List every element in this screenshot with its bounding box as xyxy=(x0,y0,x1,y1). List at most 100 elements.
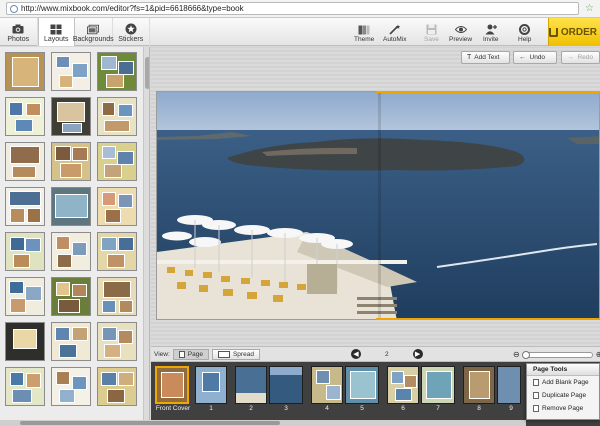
book-spread[interactable] xyxy=(156,91,600,320)
tab-label: Backgrounds xyxy=(72,36,114,43)
layout-thumbnail[interactable] xyxy=(97,142,137,181)
layout-thumbnail[interactable] xyxy=(5,322,45,361)
filmstrip-page-3[interactable] xyxy=(269,366,303,404)
previous-page-icon[interactable]: ◀ xyxy=(351,349,361,359)
order-label: ORDER xyxy=(560,26,597,38)
view-label: View: xyxy=(154,350,170,358)
santorini-photo[interactable] xyxy=(157,92,600,320)
filmstrip-label: 8 xyxy=(477,405,481,412)
scrollbar-thumb[interactable] xyxy=(20,421,280,425)
undo-arrow-icon: ← xyxy=(519,54,526,61)
layout-thumbnail[interactable] xyxy=(5,232,45,271)
preview-label: Preview xyxy=(449,36,473,43)
filmstrip-page-4[interactable] xyxy=(311,366,343,404)
automix-button[interactable]: AutoMix xyxy=(383,18,406,46)
filmstrip-page-5[interactable] xyxy=(345,366,379,404)
filmstrip-page-1[interactable] xyxy=(195,366,227,404)
layout-thumbnail[interactable] xyxy=(51,367,91,406)
layout-thumbnail[interactable] xyxy=(5,187,45,226)
layout-thumbnail[interactable] xyxy=(97,52,137,91)
save-button[interactable]: Save xyxy=(424,18,439,46)
preview-button[interactable]: Preview xyxy=(449,18,472,46)
duplicate-page-item[interactable]: Duplicate Page xyxy=(527,389,599,402)
add-text-button[interactable]: T Add Text xyxy=(461,51,510,64)
layout-thumbnail[interactable] xyxy=(97,232,137,271)
eye-icon xyxy=(454,24,467,35)
main-toolbar: Theme AutoMix Save Preview Invite Help O… xyxy=(150,18,600,46)
invite-button[interactable]: Invite xyxy=(483,18,499,46)
layouts-scrollbar[interactable] xyxy=(143,47,149,426)
filmstrip-page-6[interactable] xyxy=(387,366,419,404)
next-page-icon[interactable]: ▶ xyxy=(412,349,423,359)
filmstrip-label: 1 xyxy=(209,405,213,412)
filmstrip-page-8[interactable] xyxy=(463,366,495,404)
filmstrip-scrollbar[interactable] xyxy=(0,420,526,426)
page-view-button[interactable]: Page xyxy=(172,348,209,360)
undo-label: Undo xyxy=(529,54,546,61)
filmstrip-label: 5 xyxy=(360,405,364,412)
filmstrip-page-front-cover[interactable] xyxy=(155,366,189,404)
filmstrip-page-2[interactable] xyxy=(235,366,267,404)
filmstrip-label: 2 xyxy=(249,405,253,412)
automix-label: AutoMix xyxy=(383,36,407,43)
add-text-icon: T xyxy=(467,54,472,61)
layout-thumbnail[interactable] xyxy=(51,142,91,181)
layout-thumbnail[interactable] xyxy=(5,52,45,91)
cart-icon xyxy=(549,27,558,37)
undo-button[interactable]: ← Undo xyxy=(513,51,557,64)
layout-thumbnail[interactable] xyxy=(51,97,91,136)
theme-label: Theme xyxy=(354,36,375,43)
view-bar: View: Page Spread ◀ 2 ▶ ⊖ ⊕ xyxy=(151,346,600,362)
filmstrip-page-9[interactable] xyxy=(497,366,521,404)
scrollbar-thumb[interactable] xyxy=(145,57,149,89)
layout-thumbnail[interactable] xyxy=(5,97,45,136)
layout-thumbnail[interactable] xyxy=(5,367,45,406)
order-button[interactable]: ORDER xyxy=(548,18,600,46)
layout-thumbnail[interactable] xyxy=(97,97,137,136)
layout-thumbnail[interactable] xyxy=(51,232,91,271)
invite-label: Invite xyxy=(483,36,499,43)
zoom-knob[interactable] xyxy=(521,350,530,359)
bookmark-star-icon[interactable]: ☆ xyxy=(585,3,594,14)
address-bar: http://www.mixbook.com/editor?fs=1&pid=6… xyxy=(0,0,600,18)
filmstrip-label: 7 xyxy=(436,405,440,412)
filmstrip-page-7[interactable] xyxy=(421,366,455,404)
layout-thumbnail[interactable] xyxy=(51,322,91,361)
layout-thumbnail[interactable] xyxy=(51,277,91,316)
tab-backgrounds[interactable]: Backgrounds xyxy=(72,18,114,46)
spread-view-label: Spread xyxy=(232,350,254,358)
url-field[interactable]: http://www.mixbook.com/editor?fs=1&pid=6… xyxy=(6,2,580,15)
zoom-in-icon[interactable]: ⊕ xyxy=(596,350,600,359)
theme-button[interactable]: Theme xyxy=(354,18,374,46)
magic-wand-icon xyxy=(389,24,401,35)
tab-stickers[interactable]: Stickers xyxy=(113,18,150,46)
duplicate-icon xyxy=(533,392,539,399)
save-icon xyxy=(425,24,437,35)
layout-thumbnail[interactable] xyxy=(97,277,137,316)
layout-thumbnail[interactable] xyxy=(51,52,91,91)
filmstrip-label: 6 xyxy=(401,405,405,412)
tab-photos[interactable]: Photos xyxy=(0,18,38,46)
mixbook-editor-window: http://www.mixbook.com/editor?fs=1&pid=6… xyxy=(0,0,600,426)
add-blank-page-item[interactable]: Add Blank Page xyxy=(527,376,599,389)
zoom-slider[interactable]: ⊖ ⊕ xyxy=(513,350,600,359)
spread-view-button[interactable]: Spread xyxy=(211,348,260,360)
help-button[interactable]: Help xyxy=(518,18,531,46)
redo-button[interactable]: → Redo xyxy=(561,51,600,64)
menu-item-label: Remove Page xyxy=(542,405,584,412)
zoom-track[interactable] xyxy=(521,350,593,359)
redo-label: Redo xyxy=(577,54,594,61)
remove-page-icon xyxy=(533,405,539,412)
layout-thumbnail[interactable] xyxy=(97,322,137,361)
help-label: Help xyxy=(518,36,532,43)
layout-thumbnail[interactable] xyxy=(5,277,45,316)
layout-thumbnail[interactable] xyxy=(5,142,45,181)
layout-thumbnail[interactable] xyxy=(97,367,137,406)
tab-layouts[interactable]: Layouts xyxy=(37,18,75,46)
menu-item-label: Add Blank Page xyxy=(542,379,589,386)
layout-thumbnail[interactable] xyxy=(97,187,137,226)
left-tool-tabs: Photos Layouts Backgrounds Stickers xyxy=(0,18,150,46)
remove-page-item[interactable]: Remove Page xyxy=(527,402,599,415)
zoom-out-icon[interactable]: ⊖ xyxy=(513,350,520,359)
layout-thumbnail[interactable] xyxy=(51,187,91,226)
